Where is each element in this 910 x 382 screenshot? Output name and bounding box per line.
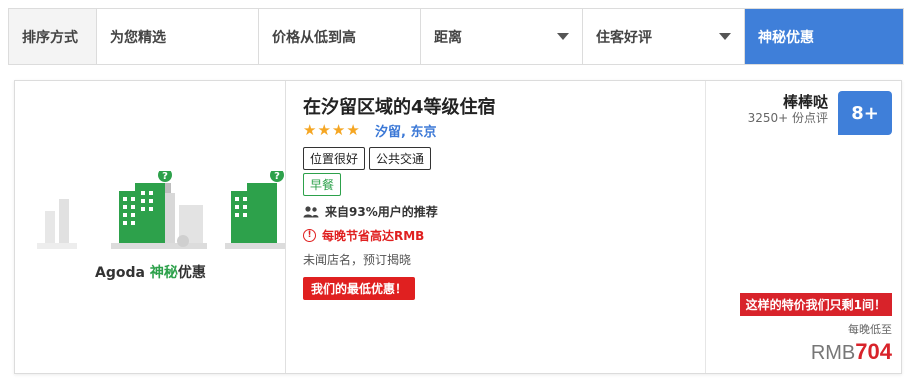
sort-option-label: 住客好评 [596, 29, 652, 46]
sort-label: 排序方式 [9, 9, 97, 64]
sort-option-recommended[interactable]: 为您精选 [97, 9, 259, 64]
brand-suffix: 优惠 [177, 265, 206, 281]
secret-deal-brand: Agoda 神秘优惠 [95, 262, 206, 282]
sort-option-price-low-high[interactable]: 价格从低到高 [259, 9, 421, 64]
price-panel: 棒棒哒 3250+ 份点评 8+ 这样的特价我们只剩1间！ 每晚低至 RMB70… [705, 81, 902, 373]
brand-prefix: Agoda [95, 265, 150, 281]
price-amount: 704 [855, 339, 892, 364]
property-location[interactable]: 汐留, 东京 [375, 121, 436, 140]
savings-line: ! 每晚节省高达RMB [303, 227, 424, 244]
sort-option-label: 神秘优惠 [758, 29, 814, 46]
review-score-badge: 8+ [838, 91, 892, 135]
property-title[interactable]: 在汐留区域的4等级住宿 [303, 93, 496, 119]
property-image[interactable]: ? ? Agoda 神秘优惠 [15, 81, 286, 373]
recommendation-text: 来自93%用户的推荐 [325, 205, 438, 219]
sort-option-label: 距离 [434, 29, 462, 46]
feature-tags: 位置很好 公共交通 [303, 147, 432, 170]
per-night-label: 每晚低至 [848, 323, 892, 336]
lowest-price-badge: 我们的最低优惠！ [303, 277, 416, 300]
sort-option-secret-deals[interactable]: 神秘优惠 [745, 9, 903, 64]
savings-text: 每晚节省高达RMB [322, 229, 425, 243]
sort-option-label: 为您精选 [110, 29, 166, 46]
svg-text:?: ? [274, 171, 280, 182]
brand-green-text: 神秘 [149, 265, 178, 281]
price-currency: RMB [810, 342, 856, 364]
sort-option-distance[interactable]: 距离 [421, 9, 583, 64]
tag-public-transport: 公共交通 [369, 147, 432, 170]
exclamation-circle-icon: ! [303, 229, 316, 242]
price[interactable]: RMB704 [811, 339, 892, 365]
recommendation-line: 来自93%用户的推荐 [303, 203, 438, 220]
caret-down-icon [557, 33, 569, 40]
caret-down-icon [719, 33, 731, 40]
anonymous-note: 未闻店名，预订揭晓 [303, 253, 412, 267]
sort-option-guest-rating[interactable]: 住客好评 [583, 9, 745, 64]
users-icon [303, 205, 319, 217]
review-count[interactable]: 3250+ 份点评 [748, 109, 828, 126]
sort-bar: 排序方式 为您精选 价格从低到高 距离 住客好评 神秘优惠 [8, 8, 904, 65]
property-info: 在汐留区域的4等级住宿 ★★★★ 汐留, 东京 位置很好 公共交通 早餐 来自9… [303, 81, 703, 373]
tag-breakfast: 早餐 [303, 173, 342, 196]
sort-option-label: 价格从低到高 [272, 29, 356, 46]
svg-text:?: ? [162, 171, 168, 182]
tag-good-location: 位置很好 [303, 147, 366, 170]
secret-hotel-illustration: ? ? [37, 171, 285, 249]
property-card[interactable]: ? ? Agoda 神秘优惠 在汐留区域的4等级住宿 ★★★★ 汐留, 东京 位… [14, 80, 902, 374]
urgency-badge: 这样的特价我们只剩1间！ [739, 293, 892, 316]
star-rating: ★★★★ [303, 121, 361, 139]
